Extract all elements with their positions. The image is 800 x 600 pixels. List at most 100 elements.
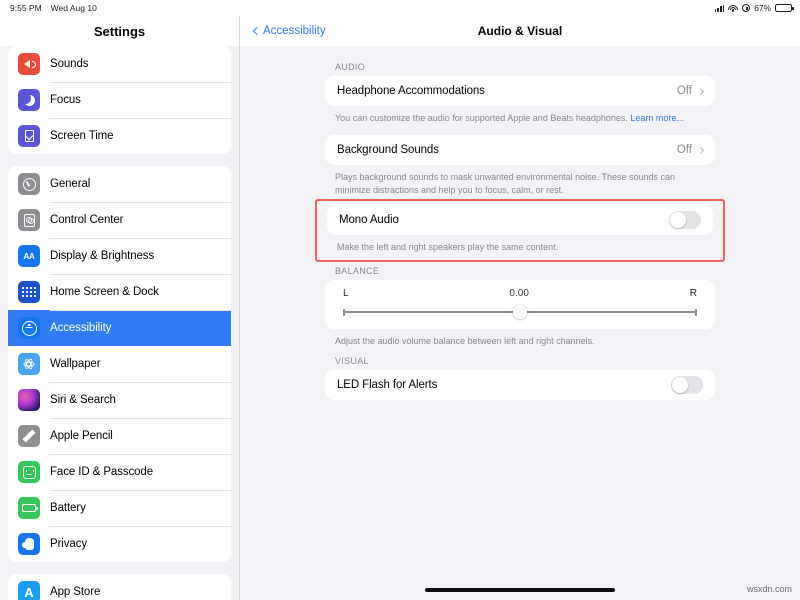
battery-percent-label: 67%: [754, 3, 771, 13]
focus-icon: [18, 89, 40, 111]
row-led-flash-for-alerts[interactable]: LED Flash for Alerts: [325, 370, 715, 400]
sidebar-item-battery[interactable]: Battery: [8, 490, 231, 526]
control-center-icon: [18, 209, 40, 231]
sidebar-item-label: Privacy: [50, 538, 87, 550]
sidebar-group-2: General Control Center AA Display & Brig…: [8, 166, 231, 562]
row-label: Headphone Accommodations: [337, 85, 677, 97]
face-id-icon: [18, 461, 40, 483]
section-header-balance: BALANCE: [325, 262, 715, 280]
sidebar-item-label: Battery: [50, 502, 86, 514]
sidebar-item-label: General: [50, 178, 90, 190]
home-screen-dock-icon: [18, 281, 40, 303]
siri-search-icon: [18, 389, 40, 411]
sidebar-item-label: Accessibility: [50, 322, 111, 334]
caption-background-sounds: Plays background sounds to mask unwanted…: [325, 165, 715, 197]
row-mono-audio[interactable]: Mono Audio: [327, 205, 713, 235]
app-store-icon: A: [18, 581, 40, 600]
navigation-bar: Accessibility Audio & Visual: [240, 16, 800, 46]
row-headphone-accommodations[interactable]: Headphone Accommodations Off: [325, 76, 715, 106]
ipad-settings-screen: 9:55 PM Wed Aug 10 67% Settings: [0, 0, 800, 600]
balance-right-label: R: [690, 288, 697, 299]
general-gear-icon: [18, 173, 40, 195]
caption-balance: Adjust the audio volume balance between …: [325, 329, 715, 348]
mono-audio-toggle[interactable]: [669, 211, 701, 229]
sidebar-item-home-screen-dock[interactable]: Home Screen & Dock: [8, 274, 231, 310]
battery-icon: [775, 4, 792, 13]
learn-more-link[interactable]: Learn more...: [630, 113, 684, 123]
status-date: Wed Aug 10: [51, 3, 97, 13]
sidebar-group-1: Sounds Focus Screen Time: [8, 46, 231, 154]
sidebar-item-label: Display & Brightness: [50, 250, 154, 262]
sidebar-item-label: Wallpaper: [50, 358, 100, 370]
headphone-accommodations-card: Headphone Accommodations Off: [325, 76, 715, 106]
sidebar-item-label: Apple Pencil: [50, 430, 113, 442]
row-label: Background Sounds: [337, 144, 677, 156]
slider-left-cap: [343, 309, 345, 316]
apple-pencil-icon: [18, 425, 40, 447]
section-header-audio: AUDIO: [325, 58, 715, 76]
sidebar-item-accessibility[interactable]: Accessibility: [8, 310, 231, 346]
sidebar-item-sounds[interactable]: Sounds: [8, 46, 231, 82]
status-time: 9:55 PM: [10, 3, 42, 13]
sidebar-item-label: Sounds: [50, 58, 88, 70]
sidebar-item-apple-pencil[interactable]: Apple Pencil: [8, 418, 231, 454]
caption-text: You can customize the audio for supporte…: [335, 113, 630, 123]
row-label: LED Flash for Alerts: [337, 379, 671, 391]
balance-left-label: L: [343, 288, 349, 299]
caption-mono-audio: Make the left and right speakers play th…: [327, 235, 713, 254]
back-button[interactable]: Accessibility: [254, 25, 326, 37]
screen-time-icon: [18, 125, 40, 147]
split-view: Settings Sounds Focus: [0, 16, 800, 600]
sidebar-group-3: A App Store Wallet & Apple Pay: [8, 574, 231, 600]
row-value: Off: [677, 144, 692, 156]
status-bar-right: 67%: [715, 3, 792, 13]
section-header-visual: VISUAL: [325, 352, 715, 370]
sidebar-item-label: Focus: [50, 94, 81, 106]
toggle-knob: [672, 377, 688, 393]
sidebar-item-app-store[interactable]: A App Store: [8, 574, 231, 600]
settings-sidebar: Settings Sounds Focus: [0, 16, 240, 600]
sidebar-item-control-center[interactable]: Control Center: [8, 202, 231, 238]
sidebar-item-label: App Store: [50, 586, 100, 598]
status-bar: 9:55 PM Wed Aug 10 67%: [0, 0, 800, 16]
sidebar-title: Settings: [0, 16, 239, 46]
chevron-right-icon: [697, 147, 704, 154]
sidebar-item-label: Control Center: [50, 214, 123, 226]
display-brightness-icon: AA: [18, 245, 40, 267]
caption-headphone-accommodations: You can customize the audio for supporte…: [325, 106, 715, 125]
settings-content: AUDIO Headphone Accommodations Off You c…: [240, 46, 800, 600]
toggle-knob: [670, 212, 686, 228]
sidebar-item-face-id-passcode[interactable]: Face ID & Passcode: [8, 454, 231, 490]
rotation-lock-icon: [742, 4, 750, 12]
row-background-sounds[interactable]: Background Sounds Off: [325, 135, 715, 165]
sidebar-item-display-brightness[interactable]: AA Display & Brightness: [8, 238, 231, 274]
sounds-icon: [18, 53, 40, 75]
chevron-right-icon: [697, 87, 704, 94]
sidebar-item-privacy[interactable]: Privacy: [8, 526, 231, 562]
balance-labels: L 0.00 R: [343, 286, 697, 305]
background-sounds-card: Background Sounds Off: [325, 135, 715, 165]
slider-right-cap: [695, 309, 697, 316]
sidebar-scroll-area[interactable]: Sounds Focus Screen Time Genera: [0, 46, 239, 600]
led-flash-toggle[interactable]: [671, 376, 703, 394]
slider-knob[interactable]: [513, 305, 527, 319]
sidebar-item-focus[interactable]: Focus: [8, 82, 231, 118]
balance-slider[interactable]: [343, 305, 697, 319]
sidebar-item-wallpaper[interactable]: Wallpaper: [8, 346, 231, 382]
balance-card: L 0.00 R: [325, 280, 715, 329]
privacy-hand-icon: [18, 533, 40, 555]
home-indicator[interactable]: [240, 588, 800, 592]
cellular-signal-icon: [715, 4, 725, 12]
back-button-label: Accessibility: [263, 25, 326, 37]
visual-card: LED Flash for Alerts: [325, 370, 715, 400]
sidebar-item-general[interactable]: General: [8, 166, 231, 202]
watermark: wsxdn.com: [747, 584, 792, 594]
sidebar-item-siri-search[interactable]: Siri & Search: [8, 382, 231, 418]
status-bar-left: 9:55 PM Wed Aug 10: [10, 3, 97, 13]
balance-value: 0.00: [509, 288, 528, 299]
row-value: Off: [677, 85, 692, 97]
wallpaper-icon: [18, 353, 40, 375]
detail-pane: Accessibility Audio & Visual AUDIO Headp…: [240, 16, 800, 600]
sidebar-item-screen-time[interactable]: Screen Time: [8, 118, 231, 154]
sidebar-item-label: Screen Time: [50, 130, 113, 142]
